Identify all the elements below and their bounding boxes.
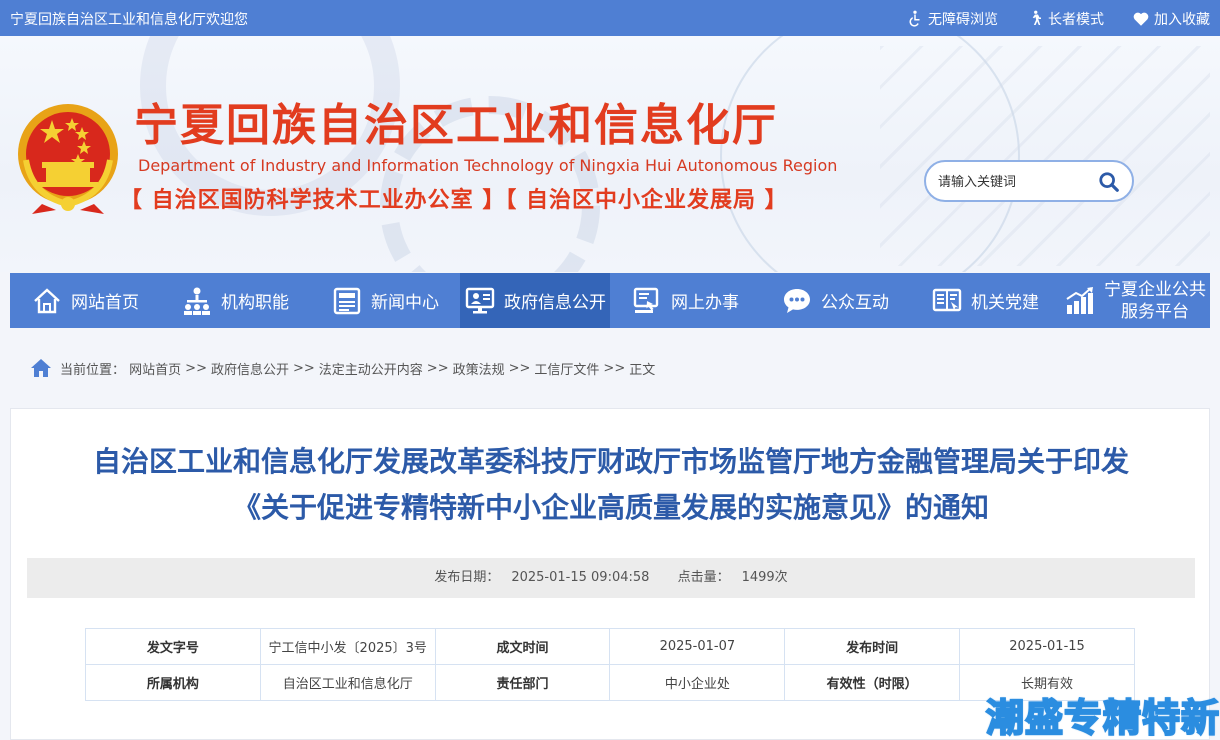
- publish-date-label: 发布日期：: [434, 570, 500, 585]
- national-emblem-icon: [18, 104, 118, 214]
- publish-date: 发布日期： 2025-01-15 09:04:58: [428, 570, 655, 585]
- nav-news-label: 新闻中心: [371, 293, 439, 313]
- nav-party-building[interactable]: 机关党建: [910, 273, 1060, 328]
- site-title: 宁夏回族自治区工业和信息化厅: [134, 100, 778, 151]
- table-key: 责任部门: [434, 664, 611, 701]
- elder-mode-label: 长者模式: [1048, 12, 1104, 28]
- home-icon: [31, 359, 51, 377]
- nav-enterprise-line2: 服务平台: [1121, 301, 1189, 322]
- main-nav: 网站首页 机构职能 新闻中心 政府信息公开 网上办事 公众互动 机关党建 宁夏企…: [10, 273, 1210, 328]
- welcome-text: 宁夏回族自治区工业和信息化厅欢迎您: [10, 12, 248, 28]
- nav-public-interaction[interactable]: 公众互动: [760, 273, 910, 328]
- monitor-icon: [465, 287, 495, 313]
- table-row: 发文字号 宁工信中小发〔2025〕3号 成文时间 2025-01-07 发布时间…: [85, 628, 1135, 665]
- accessibility-label: 无障碍浏览: [928, 12, 998, 28]
- article-title: 自治区工业和信息化厅发展改革委科技厅财政厅市场监管厅地方金融管理局关于印发 《关…: [31, 439, 1191, 531]
- heart-icon: [1133, 12, 1149, 26]
- hit-count-value: 1499次: [741, 570, 788, 585]
- article-title-line1: 自治区工业和信息化厅发展改革委科技厅财政厅市场监管厅地方金融管理局关于印发: [92, 445, 1129, 478]
- breadcrumb-separator: >>: [426, 360, 449, 376]
- breadcrumb-separator: >>: [185, 360, 207, 376]
- article-title-line2: 《关于促进专精特新中小企业高质量发展的实施意见》的通知: [232, 491, 989, 524]
- document-info-table: 发文字号 宁工信中小发〔2025〕3号 成文时间 2025-01-07 发布时间…: [85, 628, 1135, 701]
- news-icon: [333, 287, 361, 314]
- table-value: 宁工信中小发〔2025〕3号: [259, 628, 436, 665]
- breadcrumb: 当前位置： 网站首页 >> 政府信息公开 >> 法定主动公开内容 >> 政策法规…: [30, 358, 655, 378]
- table-value: 2025-01-15: [959, 628, 1135, 665]
- breadcrumb-home[interactable]: 网站首页: [129, 359, 181, 378]
- nav-online-service-label: 网上办事: [671, 293, 739, 313]
- search-icon[interactable]: [1098, 171, 1120, 193]
- nav-home-label: 网站首页: [71, 293, 139, 313]
- favorite-link[interactable]: 加入收藏: [1132, 9, 1210, 29]
- table-key: 发文字号: [85, 628, 261, 665]
- breadcrumb-gov-info[interactable]: 政府信息公开: [211, 359, 289, 378]
- org-icon: [184, 287, 210, 315]
- nav-enterprise-line1: 宁夏企业公共: [1104, 279, 1206, 300]
- nav-party-building-label: 机关党建: [971, 293, 1039, 313]
- top-bar: 宁夏回族自治区工业和信息化厅欢迎您 无障碍浏览 长者模式 加入收藏: [0, 0, 1220, 36]
- table-key: 有效性（时限）: [784, 664, 961, 701]
- publish-date-value: 2025-01-15 09:04:58: [511, 570, 650, 585]
- decor-lines: [880, 46, 1210, 266]
- favorite-label: 加入收藏: [1154, 12, 1210, 28]
- table-value: 中小企业处: [609, 664, 786, 701]
- accessibility-link[interactable]: 无障碍浏览: [906, 9, 998, 29]
- nav-gov-info-label: 政府信息公开: [504, 293, 606, 313]
- table-key: 成文时间: [434, 628, 611, 665]
- nav-organization-label: 机构职能: [221, 293, 289, 313]
- watermark-text: 潮盛专精特新: [985, 695, 1220, 740]
- table-key: 发布时间: [784, 628, 961, 665]
- search-box: [924, 160, 1134, 202]
- hit-count-label: 点击量：: [677, 570, 730, 585]
- wheelchair-icon: [909, 10, 920, 27]
- nav-online-service[interactable]: 网上办事: [610, 273, 760, 328]
- book-icon: [932, 288, 962, 311]
- top-links: 无障碍浏览 长者模式 加入收藏: [906, 9, 1210, 29]
- breadcrumb-dept-docs[interactable]: 工信厅文件: [534, 359, 599, 378]
- nav-news[interactable]: 新闻中心: [310, 273, 460, 328]
- chart-icon: [1066, 286, 1093, 314]
- breadcrumb-policy[interactable]: 政策法规: [453, 359, 505, 378]
- breadcrumb-separator: >>: [603, 360, 626, 376]
- search-input[interactable]: [938, 172, 1088, 192]
- table-value: 自治区工业和信息化厅: [259, 664, 436, 701]
- nav-public-interaction-label: 公众互动: [821, 293, 889, 313]
- nav-organization[interactable]: 机构职能: [160, 273, 310, 328]
- site-title-english: Department of Industry and Information T…: [138, 156, 838, 175]
- table-row: 所属机构 自治区工业和信息化厅 责任部门 中小企业处 有效性（时限） 长期有效: [85, 664, 1135, 701]
- breadcrumb-prefix: 当前位置：: [60, 362, 126, 378]
- service-icon: [633, 287, 659, 313]
- elder-mode-link[interactable]: 长者模式: [1026, 9, 1104, 29]
- site-header: 宁夏回族自治区工业和信息化厅 Department of Industry an…: [0, 36, 1220, 272]
- breadcrumb-separator: >>: [292, 360, 315, 376]
- article-panel: 自治区工业和信息化厅发展改革委科技厅财政厅市场监管厅地方金融管理局关于印发 《关…: [10, 408, 1210, 740]
- walking-person-icon: [1032, 10, 1041, 25]
- nav-enterprise-platform[interactable]: 宁夏企业公共 服务平台: [1060, 273, 1210, 328]
- article-meta: 发布日期： 2025-01-15 09:04:58 点击量： 1499次: [27, 558, 1195, 598]
- site-subtitle: 【 自治区国防科学技术工业办公室 】【 自治区中小企业发展局 】: [120, 188, 788, 213]
- breadcrumb-statutory[interactable]: 法定主动公开内容: [319, 359, 423, 378]
- breadcrumb-current: 正文: [629, 362, 656, 378]
- nav-home[interactable]: 网站首页: [10, 273, 160, 328]
- breadcrumb-separator: >>: [508, 360, 531, 376]
- nav-enterprise-platform-label: 宁夏企业公共 服务平台: [1104, 279, 1206, 323]
- hit-count: 点击量： 1499次: [672, 570, 794, 585]
- table-value: 2025-01-07: [609, 628, 786, 665]
- home-icon: [34, 287, 60, 313]
- table-key: 所属机构: [85, 664, 261, 701]
- nav-gov-info[interactable]: 政府信息公开: [460, 273, 610, 328]
- chat-icon: [784, 288, 810, 313]
